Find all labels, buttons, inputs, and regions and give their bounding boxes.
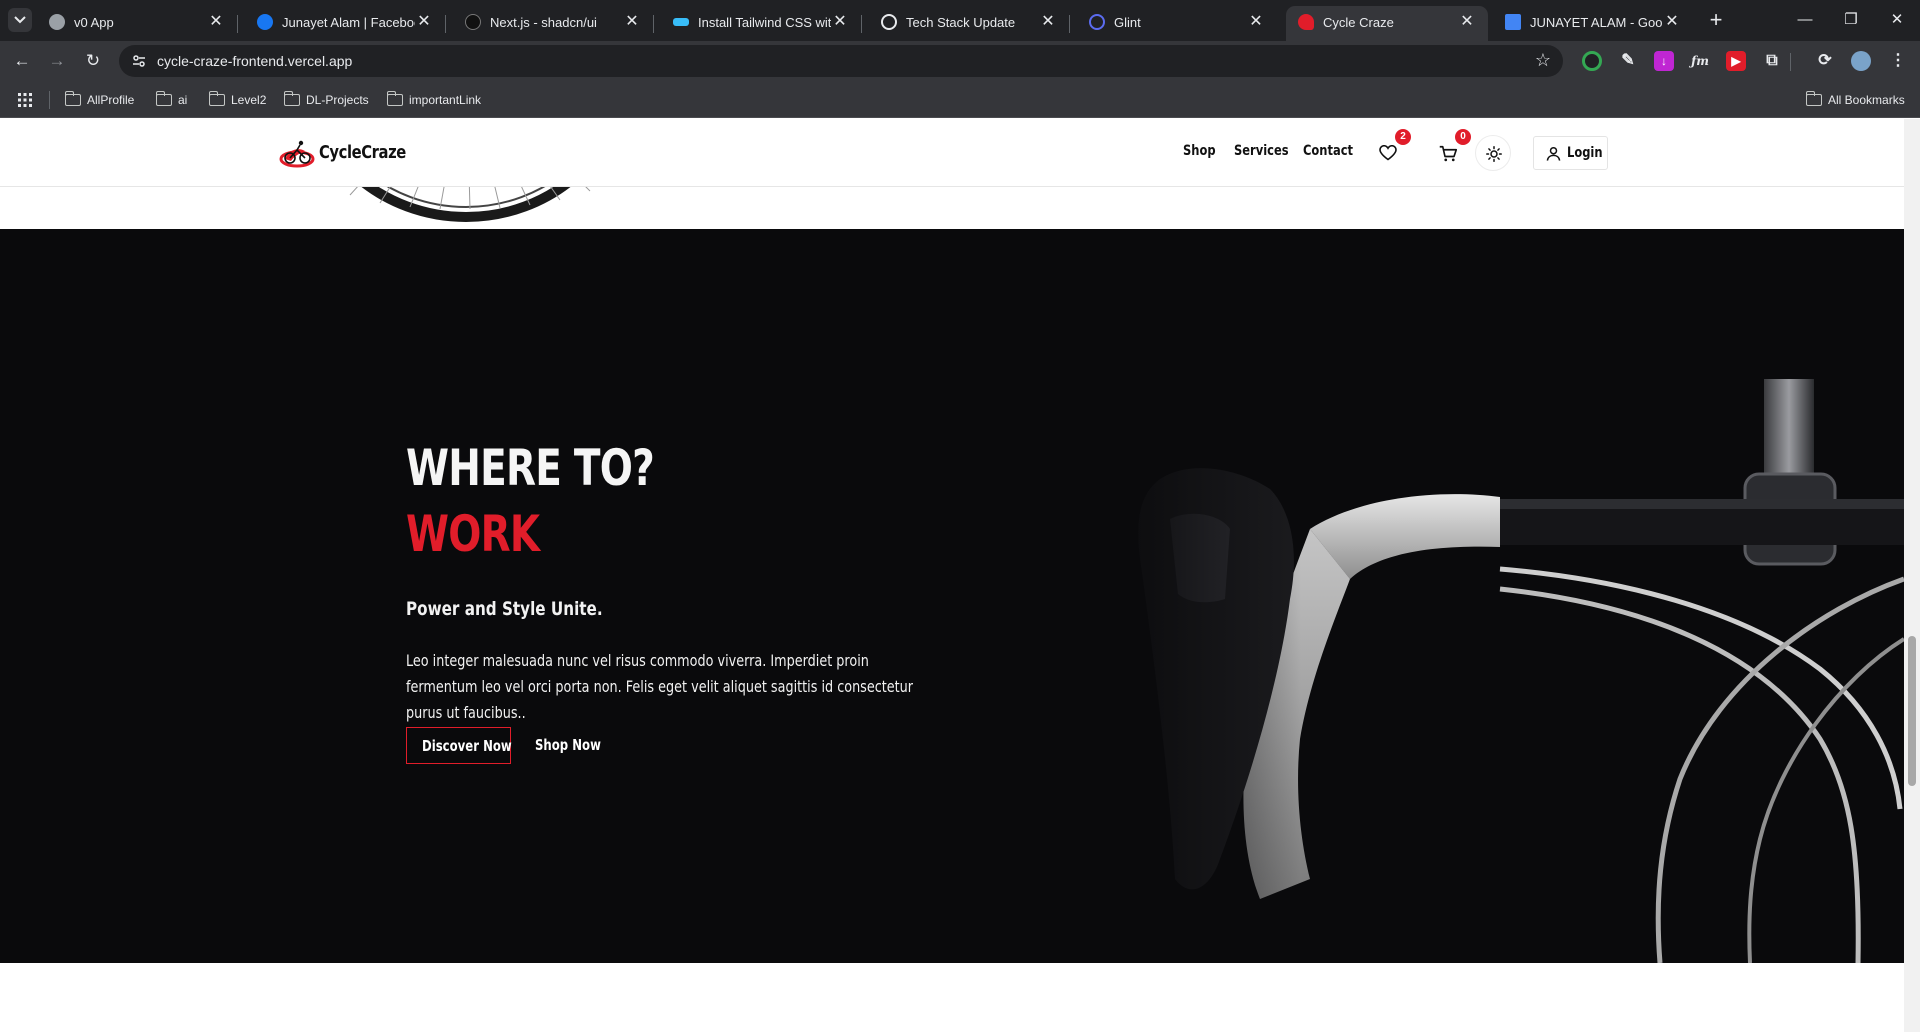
globe-icon — [49, 14, 65, 30]
cart-count-badge: 0 — [1455, 129, 1471, 145]
font-extension-icon[interactable]: ƒт — [1690, 51, 1710, 71]
folder-icon — [283, 91, 300, 106]
bookmarks-bar: AllProfile ai Level2 DL-Projects importa… — [0, 81, 1920, 118]
bookmark-folder[interactable]: Level2 — [208, 90, 266, 110]
close-tab-icon[interactable]: ✕ — [1039, 13, 1057, 31]
chevron-down-icon — [14, 16, 26, 24]
media-extension-icon[interactable]: ▶ — [1726, 51, 1746, 71]
tab-search-button[interactable] — [8, 8, 32, 32]
hero-title-line2: WORK — [406, 505, 540, 563]
apps-grid-icon[interactable] — [18, 93, 32, 107]
color-picker-icon[interactable]: ✎ — [1618, 51, 1638, 71]
bookmark-folder[interactable]: importantLink — [386, 90, 481, 110]
all-bookmarks-folder[interactable]: All Bookmarks — [1805, 90, 1905, 110]
performance-icon[interactable]: ⟳ — [1815, 51, 1835, 71]
nav-shop-link[interactable]: Shop — [1183, 143, 1216, 159]
cart-button[interactable]: 0 — [1434, 129, 1471, 167]
shadcn-icon — [465, 14, 481, 30]
chatgpt-icon — [881, 14, 897, 30]
url-text[interactable]: cycle-craze-frontend.vercel.app — [157, 53, 352, 69]
close-tab-icon[interactable]: ✕ — [415, 13, 433, 31]
scrollbar-thumb[interactable] — [1908, 636, 1916, 786]
browser-tab[interactable]: Junayet Alam | Facebook ✕ — [245, 6, 446, 41]
facebook-icon — [257, 14, 273, 30]
browser-tab[interactable]: Install Tailwind CSS with N ✕ — [661, 6, 862, 41]
bicycle-wheel-image — [349, 187, 591, 222]
extensions-puzzle-icon[interactable]: ⧉ — [1762, 51, 1782, 71]
folder-icon — [386, 91, 403, 106]
close-tab-icon[interactable]: ✕ — [1247, 13, 1265, 31]
hero-title-line1: WHERE TO? — [406, 439, 655, 497]
browser-tab[interactable]: JUNAYET ALAM - Google ✕ — [1493, 6, 1693, 41]
close-tab-icon[interactable]: ✕ — [1458, 13, 1476, 31]
folder-icon — [64, 91, 81, 106]
folder-icon — [1805, 91, 1822, 106]
more-menu-icon[interactable]: ⋮ — [1888, 51, 1908, 71]
minimize-icon[interactable]: — — [1795, 10, 1815, 30]
folder-icon — [155, 91, 172, 106]
forward-arrow-icon[interactable]: → — [45, 49, 69, 73]
bookmark-star-icon[interactable]: ☆ — [1535, 50, 1551, 71]
google-docs-icon — [1505, 14, 1521, 30]
bookmark-folder[interactable]: ai — [155, 90, 187, 110]
folder-icon — [208, 91, 225, 106]
wishlist-button[interactable]: 2 — [1374, 129, 1411, 167]
login-label: Login — [1567, 145, 1603, 161]
nav-services-link[interactable]: Services — [1234, 143, 1289, 159]
address-bar[interactable]: cycle-craze-frontend.vercel.app ☆ — [119, 45, 1563, 77]
close-tab-icon[interactable]: ✕ — [207, 13, 225, 31]
cyclecraze-icon — [1298, 14, 1314, 30]
page-scrollbar[interactable] — [1904, 119, 1920, 1032]
sun-icon — [1486, 146, 1502, 162]
close-tab-icon[interactable]: ✕ — [1663, 13, 1681, 31]
hero-description: Leo integer malesuada nunc vel risus com… — [406, 651, 914, 722]
browser-tab-strip: v0 App ✕ Junayet Alam | Facebook ✕ Next.… — [0, 0, 1920, 41]
heart-icon — [1379, 145, 1397, 161]
cart-icon — [1439, 145, 1457, 162]
site-header: CycleCraze Shop Services Contact 2 0 Log… — [0, 119, 1904, 187]
browser-tab-active[interactable]: Cycle Craze ✕ — [1286, 6, 1488, 41]
login-button[interactable]: Login — [1533, 136, 1608, 170]
browser-tab[interactable]: Next.js - shadcn/ui ✕ — [453, 6, 654, 41]
discover-now-button[interactable]: Discover Now — [406, 727, 512, 764]
browser-tab[interactable]: Tech Stack Update ✕ — [869, 6, 1070, 41]
reload-icon[interactable]: ↻ — [81, 49, 105, 73]
profile-avatar[interactable] — [1851, 51, 1871, 71]
close-window-icon[interactable]: ✕ — [1887, 10, 1907, 30]
extension-green-icon[interactable] — [1582, 51, 1602, 71]
browser-toolbar: ← → ↻ cycle-craze-frontend.vercel.app ☆ … — [0, 41, 1920, 81]
page-viewport: CycleCraze Shop Services Contact 2 0 Log… — [0, 119, 1904, 1032]
site-settings-icon[interactable] — [131, 53, 147, 69]
previous-section-wheel-image — [0, 187, 1904, 229]
cyclist-logo-icon — [279, 140, 315, 168]
close-tab-icon[interactable]: ✕ — [623, 13, 641, 31]
new-tab-button[interactable]: + — [1704, 9, 1728, 33]
shop-now-button[interactable]: Shop Now — [535, 727, 605, 764]
back-arrow-icon[interactable]: ← — [10, 49, 34, 73]
wishlist-count-badge: 2 — [1395, 129, 1411, 145]
browser-tab[interactable]: Glint ✕ — [1077, 6, 1277, 41]
brand-name: CycleCraze — [319, 142, 406, 163]
browser-tab[interactable]: v0 App ✕ — [37, 6, 238, 41]
download-extension-icon[interactable]: ↓ — [1654, 51, 1674, 71]
restore-icon[interactable]: ❐ — [1841, 10, 1861, 30]
nav-contact-link[interactable]: Contact — [1303, 143, 1353, 159]
close-tab-icon[interactable]: ✕ — [831, 13, 849, 31]
glint-icon — [1089, 14, 1105, 30]
hero-subheading: Power and Style Unite. — [406, 598, 603, 620]
tailwind-icon — [673, 18, 689, 26]
bookmark-folder[interactable]: DL-Projects — [283, 90, 369, 110]
hero-section: WHERE TO? WORK Power and Style Unite. Le… — [0, 229, 1904, 963]
theme-toggle-button[interactable] — [1475, 135, 1511, 171]
user-icon — [1546, 146, 1561, 161]
road-bike-handlebar-image — [1100, 379, 1904, 963]
bookmark-folder[interactable]: AllProfile — [64, 90, 134, 110]
